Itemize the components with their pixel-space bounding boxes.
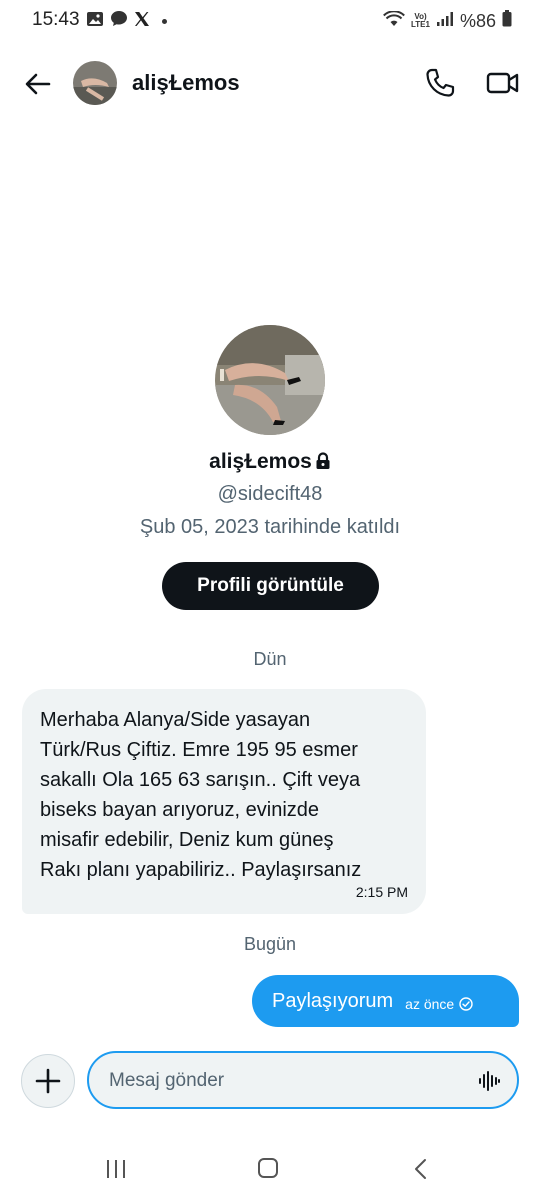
signal-icon — [436, 11, 454, 32]
recents-button[interactable] — [104, 1158, 128, 1185]
phone-icon — [426, 68, 455, 97]
incoming-message-bubble[interactable]: Merhaba Alanya/Side yasayan Türk/Rus Çif… — [22, 689, 426, 914]
outgoing-message-time: az önce — [405, 995, 455, 1012]
add-attachment-button[interactable] — [21, 1054, 75, 1108]
system-nav-bar — [0, 1140, 540, 1199]
notification-dot — [162, 18, 167, 24]
x-app-icon — [134, 11, 150, 32]
back-button[interactable] — [20, 66, 56, 102]
profile-handle: @sidecift48 — [217, 483, 323, 505]
battery-label: %86 — [459, 10, 496, 31]
day-separator-yesterday: Dün — [253, 649, 287, 669]
profile-avatar[interactable] — [215, 325, 325, 435]
chat-bubble-icon — [110, 10, 128, 32]
plus-icon — [35, 1068, 61, 1094]
status-time: 15:43 — [32, 9, 80, 30]
view-profile-button[interactable]: Profili görüntüle — [162, 562, 379, 610]
battery-icon — [502, 10, 512, 32]
header-name[interactable]: alişⱢemos — [132, 70, 240, 96]
message-input[interactable] — [107, 1067, 471, 1095]
chevron-left-icon — [415, 1159, 426, 1179]
volte-indicator: Vo) LTE1 — [411, 12, 430, 29]
lock-icon — [316, 452, 330, 469]
conversation-header: alişⱢemos — [0, 50, 540, 114]
video-camera-icon — [486, 72, 519, 94]
home-button[interactable] — [256, 1158, 280, 1185]
system-back-button[interactable] — [410, 1158, 432, 1185]
profile-joined-date: Şub 05, 2023 tarihinde katıldı — [139, 516, 401, 538]
status-bar: 15:43 Vo) LTE1 %86 — [0, 0, 540, 40]
outgoing-message-bubble[interactable]: Paylaşıyorum az önce — [252, 975, 519, 1027]
check-circle-icon — [459, 996, 473, 1011]
gallery-icon — [86, 11, 104, 32]
header-avatar[interactable] — [73, 61, 117, 105]
incoming-message-text: Merhaba Alanya/Side yasayan Türk/Rus Çif… — [40, 709, 362, 881]
voice-message-button[interactable] — [477, 1069, 501, 1093]
outgoing-message-text: Paylaşıyorum — [272, 989, 394, 1012]
message-composer — [87, 1051, 519, 1109]
profile-name: alişⱢemos — [0, 450, 540, 474]
voice-call-button[interactable] — [424, 67, 456, 99]
home-square-icon — [258, 1158, 278, 1178]
incoming-message-time: 2:15 PM — [355, 884, 408, 900]
arrow-left-icon — [25, 73, 51, 95]
video-call-button[interactable] — [486, 67, 520, 99]
audio-wave-icon — [479, 1071, 500, 1091]
recents-icon — [107, 1160, 125, 1178]
wifi-icon — [383, 9, 405, 32]
profile-name-text: alişⱢemos — [209, 450, 312, 473]
day-separator-today: Bugün — [243, 934, 297, 954]
